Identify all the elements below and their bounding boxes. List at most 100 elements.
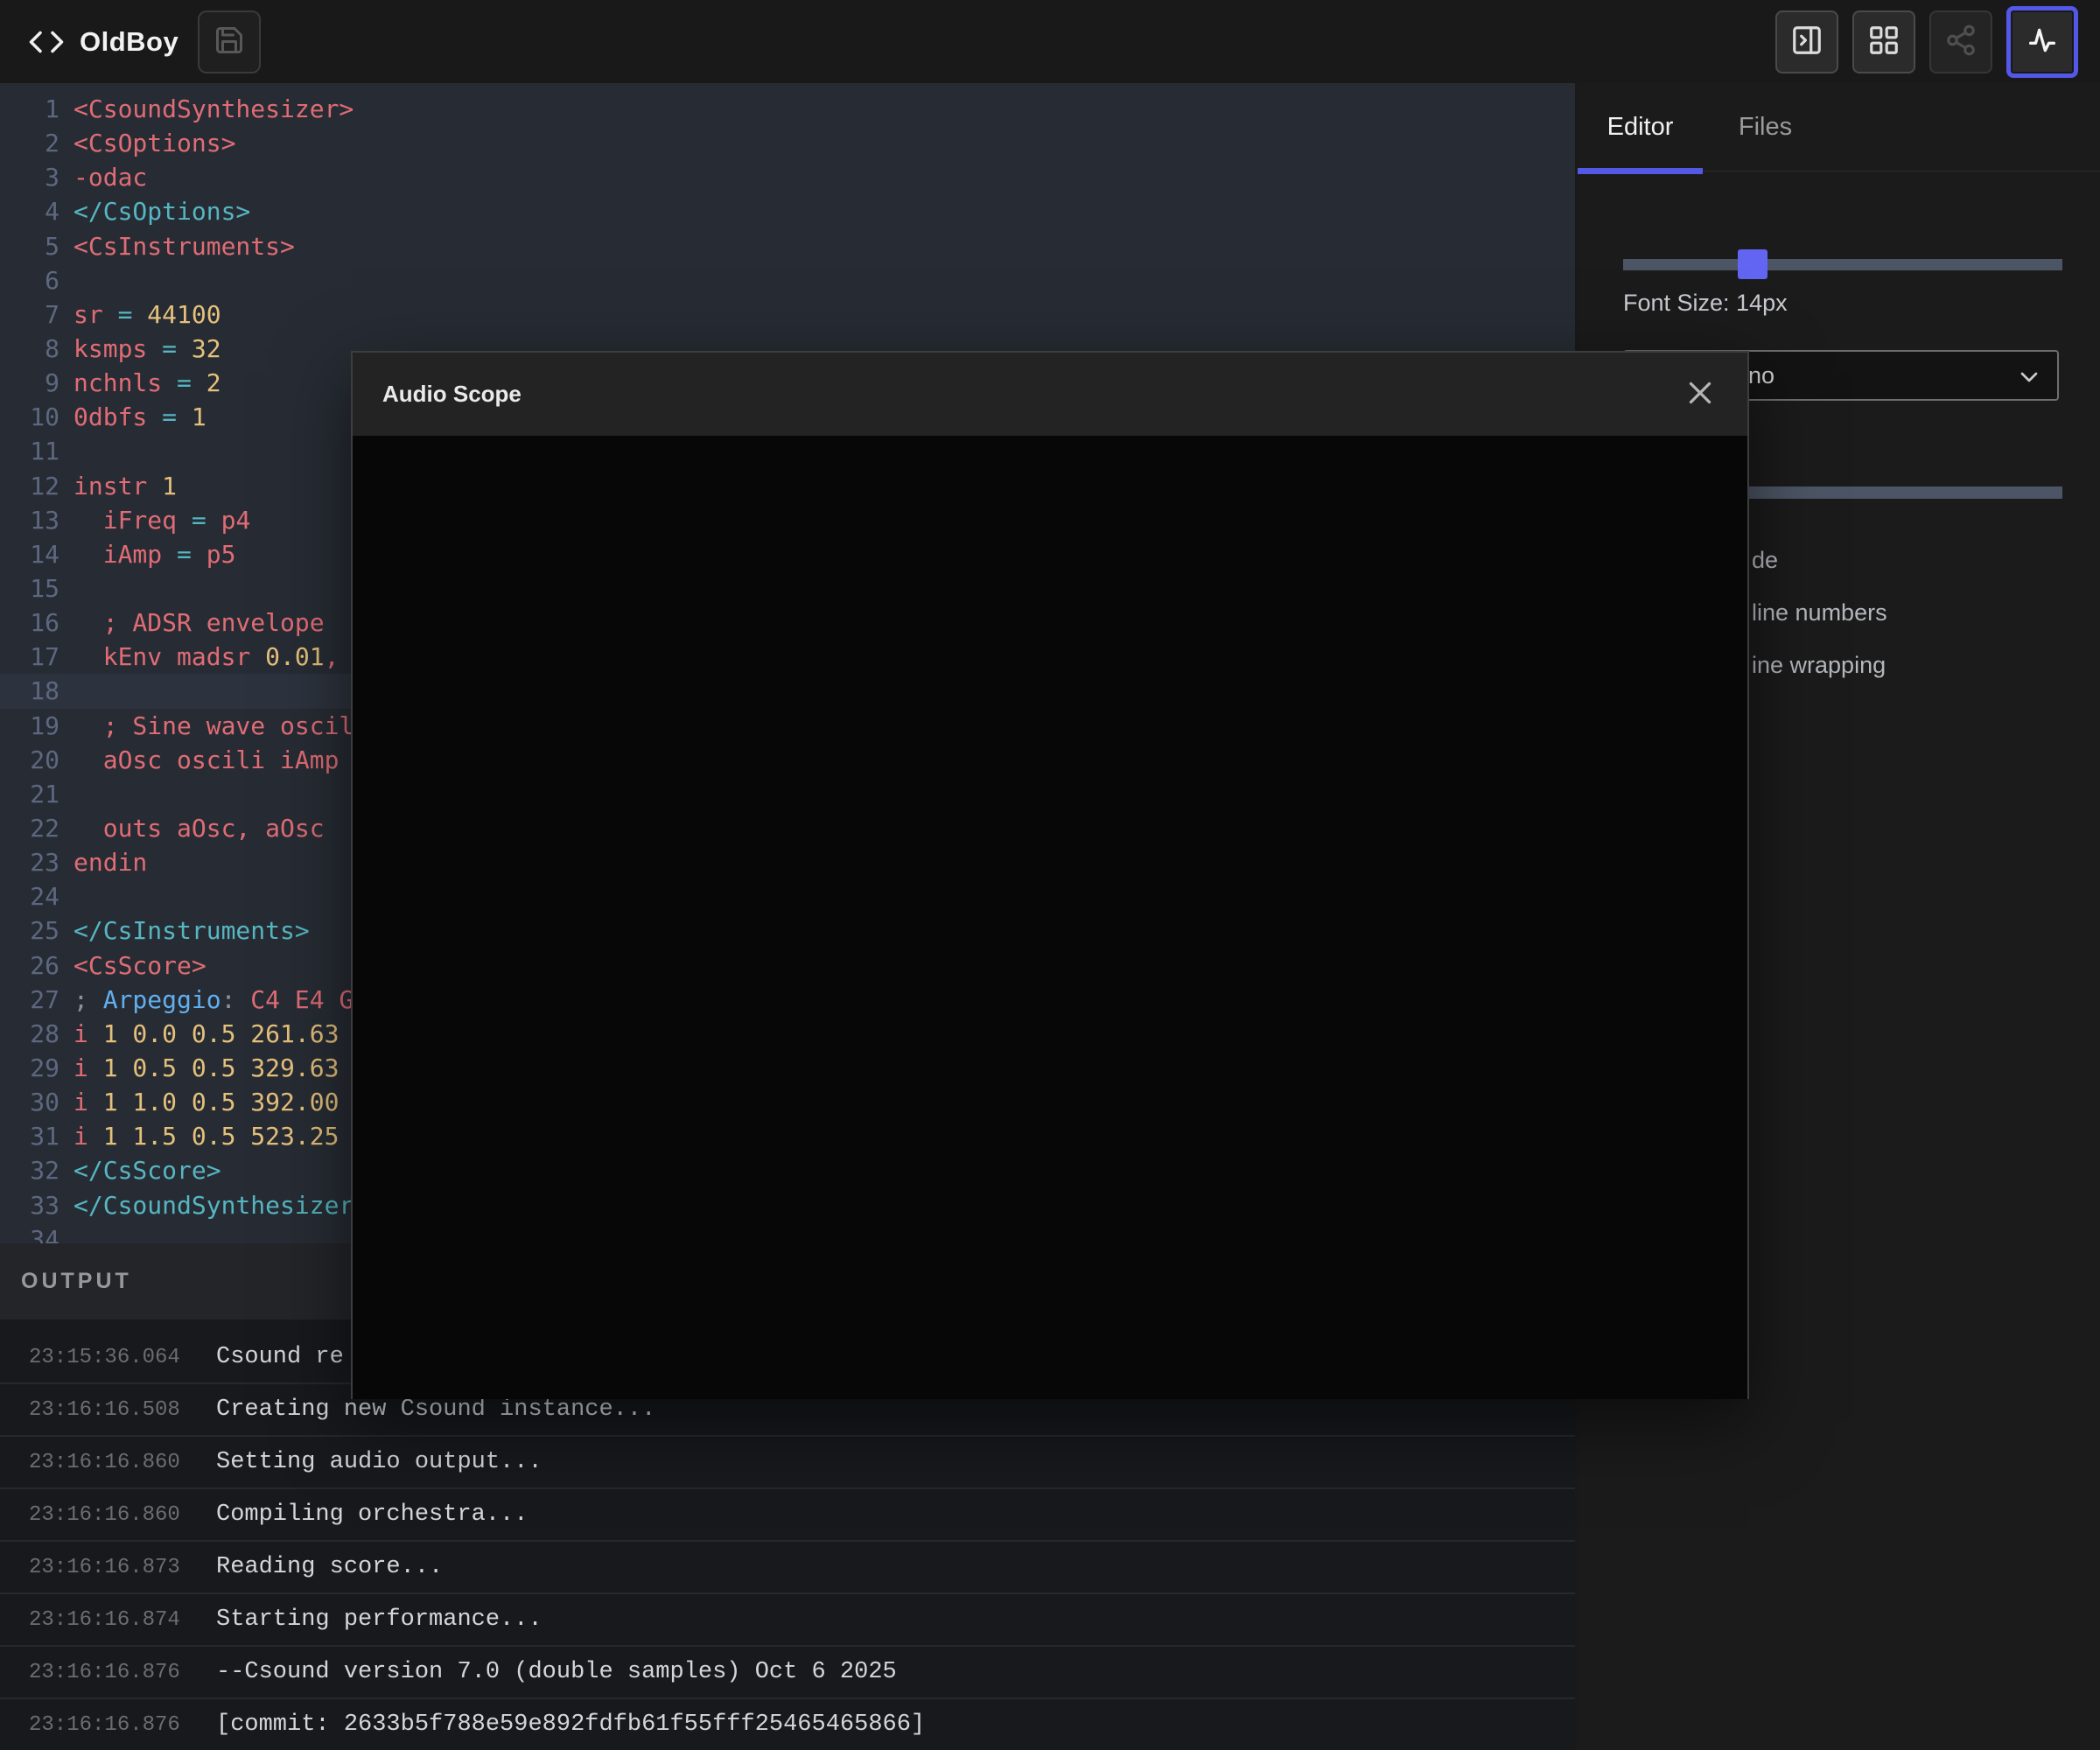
code-line[interactable]: 2<CsOptions>: [0, 126, 1575, 160]
line-number: 15: [0, 571, 60, 606]
log-message: Setting audio output...: [216, 1449, 542, 1475]
line-number: 17: [0, 640, 60, 674]
log-timestamp: 23:15:36.064: [29, 1346, 216, 1369]
code-text: i 1 1.5 0.5 523.25: [74, 1122, 339, 1151]
audio-scope-canvas: [353, 436, 1747, 1399]
close-button[interactable]: [1679, 374, 1721, 416]
setting-label-fragment: de: [1752, 547, 1778, 574]
layout-grid-icon: [1867, 24, 1900, 60]
font-family-value: no: [1748, 362, 1774, 389]
line-number: 26: [0, 948, 60, 983]
code-line[interactable]: 4 </CsOptions>: [0, 194, 1575, 228]
line-number: 18: [0, 674, 60, 708]
code-text: sr = 44100: [74, 300, 221, 329]
save-icon: [214, 24, 245, 59]
log-timestamp: 23:16:16.874: [29, 1608, 216, 1632]
font-size-slider[interactable]: [1623, 259, 2062, 270]
code-text: aOsc oscili iAmp: [74, 746, 339, 774]
audio-scope-button[interactable]: [2006, 6, 2078, 78]
code-line[interactable]: 5 <CsInstruments>: [0, 229, 1575, 263]
tab-files[interactable]: Files: [1703, 83, 1828, 171]
line-number: 12: [0, 469, 60, 503]
share-icon: [1944, 24, 1978, 60]
code-text: ; ADSR envelope: [74, 608, 325, 637]
code-line[interactable]: 7 sr = 44100: [0, 298, 1575, 332]
code-text: iFreq = p4: [74, 506, 250, 535]
log-message: [commit: 2633b5f788e59e892fdfb61f55fff25…: [216, 1712, 925, 1738]
line-number: 14: [0, 537, 60, 571]
line-number: 33: [0, 1188, 60, 1222]
log-timestamp: 23:16:16.508: [29, 1398, 216, 1422]
code-text: </CsOptions>: [74, 197, 250, 226]
line-number: 20: [0, 743, 60, 777]
code-line[interactable]: 3-odac: [0, 160, 1575, 194]
line-number: 7: [0, 298, 60, 332]
line-number: 27: [0, 983, 60, 1017]
line-number: 10: [0, 400, 60, 434]
log-timestamp: 23:16:16.860: [29, 1503, 216, 1527]
log-message: --Csound version 7.0 (double samples) Oc…: [216, 1659, 897, 1685]
line-number: 22: [0, 811, 60, 845]
line-number: 11: [0, 434, 60, 468]
code-text: nchnls = 2: [74, 368, 221, 397]
setting-label-fragment: line numbers: [1752, 599, 1887, 626]
log-timestamp: 23:16:16.876: [29, 1713, 216, 1737]
chevron-down-icon: [2015, 363, 2043, 396]
line-number: 5: [0, 229, 60, 263]
setting-label-fragment: ine wrapping: [1752, 652, 1886, 679]
code-text: ; Sine wave oscil: [74, 711, 354, 740]
line-number: 23: [0, 845, 60, 879]
panel-toggle-button[interactable]: [1775, 10, 1838, 74]
log-timestamp: 23:16:16.873: [29, 1556, 216, 1579]
line-number: 30: [0, 1085, 60, 1119]
modal-header: Audio Scope: [353, 353, 1747, 436]
line-number: 13: [0, 503, 60, 537]
toolbar: [1775, 6, 2078, 78]
font-size-label: Font Size: 14px: [1623, 290, 1788, 317]
log-timestamp: 23:16:16.860: [29, 1451, 216, 1474]
code-text: instr 1: [74, 472, 177, 500]
layout-grid-button[interactable]: [1852, 10, 1915, 74]
log-message: Starting performance...: [216, 1606, 542, 1633]
code-text: ; Arpeggio: C4 E4 G: [74, 985, 354, 1014]
close-icon: [1684, 377, 1716, 411]
line-number: 32: [0, 1153, 60, 1187]
share-button[interactable]: [1929, 10, 1992, 74]
output-row: 23:16:16.873Reading score...: [0, 1542, 1575, 1594]
sidebar-tabs: Editor Files: [1578, 83, 2100, 172]
line-number: 8: [0, 332, 60, 366]
code-text: </CsoundSynthesizer: [74, 1191, 354, 1220]
line-number: 16: [0, 606, 60, 640]
output-row: 23:16:16.876--Csound version 7.0 (double…: [0, 1647, 1575, 1699]
code-text: </CsScore>: [74, 1156, 221, 1185]
code-line[interactable]: 1<CsoundSynthesizer>: [0, 92, 1575, 126]
line-number: 6: [0, 263, 60, 298]
code-line[interactable]: 6: [0, 263, 1575, 298]
line-number: 3: [0, 160, 60, 194]
code-text: outs aOsc, aOsc: [74, 814, 325, 843]
code-text: kEnv madsr 0.01,: [74, 642, 339, 671]
line-number: 28: [0, 1017, 60, 1051]
app-window: OldBoy: [0, 0, 2100, 1750]
code-text: ksmps = 32: [74, 334, 221, 363]
line-number: 4: [0, 194, 60, 228]
output-row: 23:16:16.860Setting audio output...: [0, 1437, 1575, 1489]
log-message: Reading score...: [216, 1554, 443, 1580]
line-number: 2: [0, 126, 60, 160]
line-number: 31: [0, 1119, 60, 1153]
tab-editor[interactable]: Editor: [1578, 83, 1703, 171]
output-row: 23:16:16.876[commit: 2633b5f788e59e892fd…: [0, 1699, 1575, 1750]
line-number: 19: [0, 709, 60, 743]
line-number: 29: [0, 1051, 60, 1085]
code-text: <CsScore>: [74, 951, 206, 980]
line-number: 24: [0, 879, 60, 914]
log-message: Csound re: [216, 1344, 344, 1370]
audio-scope-modal: Audio Scope: [351, 351, 1749, 1399]
log-message: Compiling orchestra...: [216, 1502, 528, 1528]
line-number: 21: [0, 777, 60, 811]
code-text: i 1 1.0 0.5 392.00: [74, 1088, 339, 1116]
code-text: iAmp = p5: [74, 540, 235, 569]
code-text: <CsInstruments>: [74, 232, 295, 261]
save-button[interactable]: [198, 10, 261, 74]
font-size-slider-thumb[interactable]: [1738, 249, 1768, 279]
